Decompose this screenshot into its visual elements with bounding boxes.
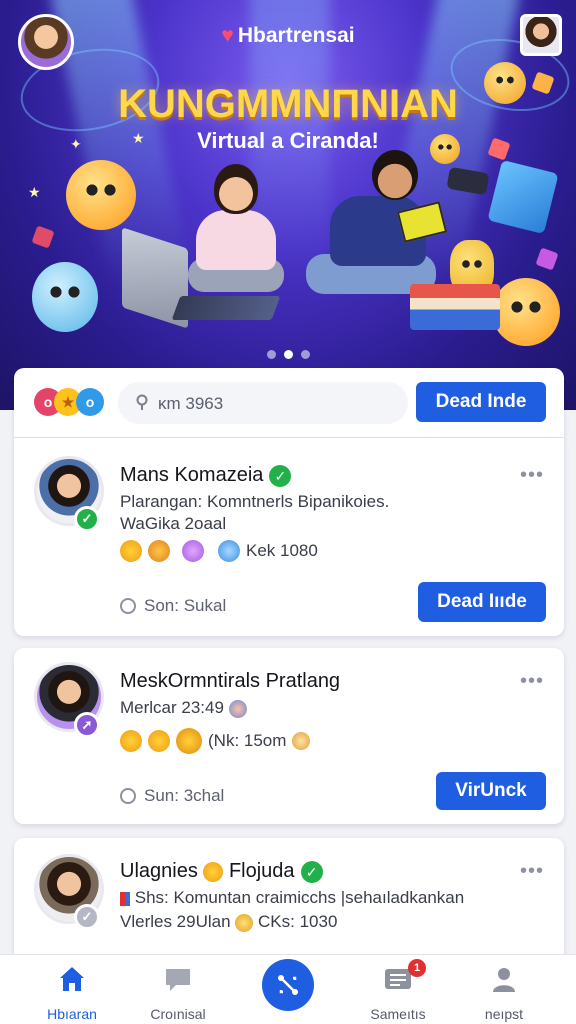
post-meta: Sun: 3chal <box>120 786 224 806</box>
search-input[interactable]: ᴋm 3963 <box>118 382 408 424</box>
location-icon <box>120 788 136 804</box>
post-action-button[interactable]: VirUnck <box>436 772 546 810</box>
reaction-count: CKs: 1030 <box>258 912 338 931</box>
star-icon: ✦ <box>70 136 82 152</box>
star-icon: ★ <box>132 130 145 146</box>
cube-icon <box>535 247 559 271</box>
nav-community[interactable]: Croınisal <box>128 963 228 1022</box>
flag-icon <box>120 891 130 906</box>
emoji-badge-icon: o <box>76 388 104 416</box>
post-meta: Son: Sukal <box>120 596 226 616</box>
bear-emoji-icon <box>148 540 170 562</box>
face-emoji-icon <box>235 913 254 932</box>
smile-emoji-icon <box>182 540 204 562</box>
reactions-row[interactable]: Kek 1080 <box>120 540 318 562</box>
check-badge-icon: ✓ <box>74 904 100 930</box>
nav-label: Sameıtıs <box>370 1006 426 1022</box>
post-text: Shs: Komuntan craimicchs |sehaıladkankan <box>120 886 464 910</box>
author-name: Ulagnies <box>120 860 198 882</box>
search-action-button[interactable]: Dead Inde <box>416 382 546 422</box>
post-author[interactable]: Mans Komazeia ✓ <box>120 464 292 487</box>
reactions-row[interactable]: (Nk: 15om <box>120 728 311 754</box>
post-time: Merlcar 23:49 <box>120 698 224 717</box>
post-text-line: Vlerles 29Ulan <box>120 912 231 931</box>
nav-label: neıpst <box>484 1006 524 1022</box>
reaction-count: Kek 1080 <box>246 541 318 560</box>
bear-emoji-icon <box>148 730 170 752</box>
nav-profile[interactable]: neıpst <box>454 963 554 1022</box>
home-icon <box>60 967 84 991</box>
profile-icon <box>493 968 515 992</box>
girl-figure <box>214 164 258 214</box>
nav-home[interactable]: Hbıaran <box>22 963 122 1022</box>
carousel-dot[interactable] <box>300 350 310 359</box>
bear-mascot-icon <box>430 134 460 164</box>
author-name: Mans Komazeia <box>120 464 264 486</box>
post-author[interactable]: Ulagnies Flojuda ✓ <box>120 860 323 883</box>
notification-badge: 1 <box>408 959 426 977</box>
bear-emoji-icon <box>120 730 142 752</box>
star-emoji-icon <box>120 540 142 562</box>
girl-figure <box>196 210 276 270</box>
puzzle-emoji-icon <box>218 540 240 562</box>
post-card: ✓ Ulagnies Flojuda ✓ ••• Shs: Komuntan cr… <box>14 838 564 968</box>
carousel-dot[interactable] <box>266 350 276 359</box>
star-icon: ★ <box>28 184 41 200</box>
laptop-keyboard <box>171 296 281 320</box>
emoji-cluster[interactable]: o ★ o <box>34 388 118 418</box>
meta-text: Son: Sukal <box>144 596 227 615</box>
nav-label: Croınisal <box>150 1006 206 1022</box>
nav-messages[interactable]: 1 Sameıtıs <box>348 959 448 1022</box>
post-card: ➚ MeskOrmntirals Pratlang ••• Merlcar 23… <box>14 648 564 824</box>
globe-icon <box>228 699 247 718</box>
chat-icon <box>166 969 190 991</box>
face-emoji-icon <box>292 732 311 750</box>
post-author[interactable]: MeskOrmntirals Pratlang <box>120 670 340 693</box>
brand-title: ♥ Hbartrensai <box>0 24 576 48</box>
boost-badge-icon: ➚ <box>74 712 100 738</box>
boy-figure <box>372 150 418 200</box>
meta-text: Sun: 3chal <box>144 786 225 805</box>
verified-badge-icon: ✓ <box>74 506 100 532</box>
brand-text: Hbartrensai <box>237 24 355 47</box>
nav-share-button[interactable] <box>262 959 314 1011</box>
bear-emoji-icon <box>203 861 224 882</box>
more-options-icon[interactable]: ••• <box>520 464 544 487</box>
check-icon: ✓ <box>269 464 292 487</box>
bottom-navigation: Hbıaran Croınisal 1 Sameıtıs neıpst <box>0 954 576 1024</box>
cube-icon <box>31 225 55 249</box>
toy-box-icon <box>487 159 559 235</box>
blue-mascot-icon <box>32 262 98 332</box>
bear-mascot-icon <box>484 62 526 104</box>
nav-label: Hbıaran <box>47 1006 97 1022</box>
bear-mascot-icon <box>66 160 136 230</box>
post-action-button[interactable]: Dead Iııde <box>418 582 546 622</box>
post-text-line: Shs: Komuntan craimicchs |sehaıladkankan <box>134 888 465 907</box>
search-value: ᴋm 3963 <box>158 394 224 413</box>
location-pin-icon <box>136 394 148 410</box>
carousel-dot[interactable] <box>283 350 293 359</box>
post-card: ✓ Mans Komazeia ✓ ••• Plarangan: Komntner… <box>14 438 564 636</box>
carousel-indicator[interactable] <box>0 346 576 364</box>
bear-mascot-icon <box>492 278 560 346</box>
check-icon: ✓ <box>300 860 323 883</box>
post-text: Plarangan: Komntnerls Bipanikoies. <box>120 492 390 511</box>
share-icon <box>278 975 298 995</box>
author-name-suffix: Flojuda <box>228 860 295 882</box>
teddy-emoji-icon <box>176 728 202 754</box>
more-options-icon[interactable]: ••• <box>520 860 544 883</box>
hero-banner[interactable]: ♥ Hbartrensai KUNGMMNПNIAN Virtual a Cira… <box>0 0 576 410</box>
post-text: Merlcar 23:49 <box>120 696 247 720</box>
location-icon <box>120 598 136 614</box>
post-text: WaGika 2oaal <box>120 514 227 533</box>
search-card: o ★ o ᴋm 3963 Dead Inde <box>14 368 564 438</box>
books-icon <box>410 284 500 330</box>
reaction-count: (Nk: 15om <box>208 731 287 750</box>
more-options-icon[interactable]: ••• <box>520 670 544 693</box>
post-text: Vlerles 29Ulan CKs: 1030 <box>120 910 337 934</box>
heart-icon: ♥ <box>221 24 234 47</box>
